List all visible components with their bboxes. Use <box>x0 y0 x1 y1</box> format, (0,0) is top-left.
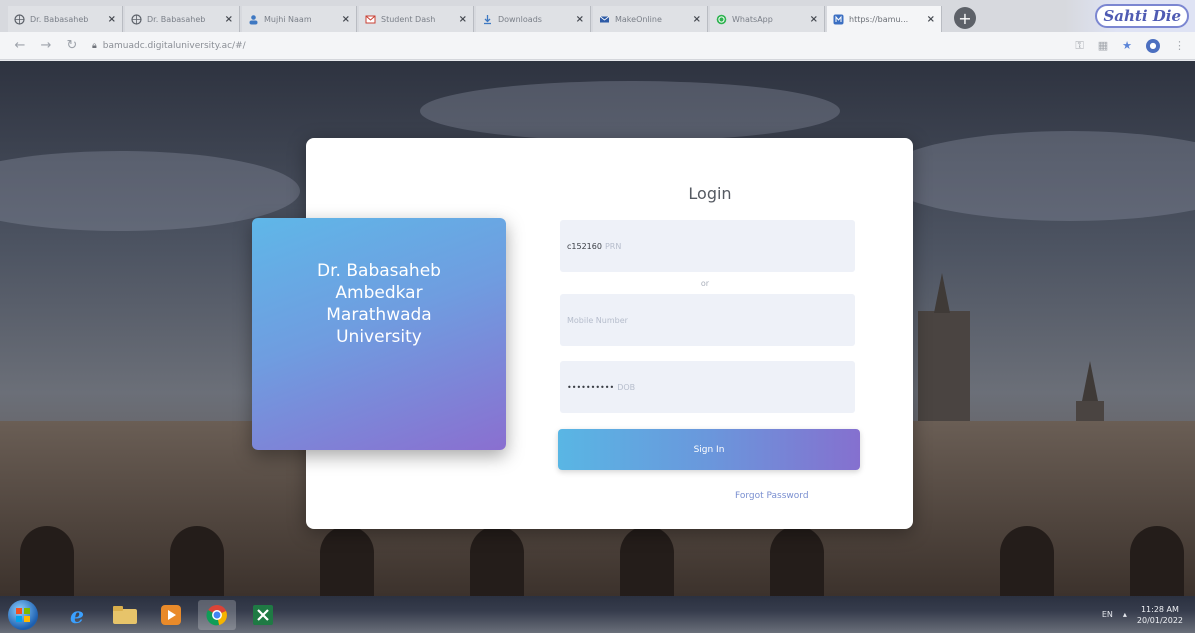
sky-cloud <box>420 81 840 141</box>
windows-taskbar: e EN ▴ 11:28 AM 20/01/2022 <box>0 596 1195 633</box>
back-arrow-icon[interactable]: ← <box>10 38 30 53</box>
password-input[interactable]: •••••••••• DOB <box>560 361 855 413</box>
window-arch <box>470 526 524 596</box>
whatsapp-icon <box>716 14 727 25</box>
university-name-line: University <box>336 327 422 347</box>
browser-tab[interactable]: Dr. Babasaheb × <box>125 6 240 32</box>
close-tab-icon[interactable]: × <box>576 14 584 25</box>
new-tab-button[interactable]: + <box>954 7 976 29</box>
window-arch <box>620 526 674 596</box>
window-arch <box>170 526 224 596</box>
media-player-icon[interactable] <box>152 600 190 630</box>
key-icon[interactable]: ⚿ <box>1075 39 1083 53</box>
prn-input-value: c152160 <box>567 241 602 251</box>
globe-icon <box>131 13 142 25</box>
browser-toolbar: ← → ↻ 🔒︎ bamuadc.digitaluniversity.ac/#/… <box>0 32 1195 60</box>
tab-title: Dr. Babasaheb <box>30 14 89 24</box>
tab-title: Downloads <box>498 14 542 24</box>
browser-tab[interactable]: MakeOnline × <box>593 6 708 32</box>
tab-title: Mujhi Naam <box>264 14 312 24</box>
window-arch <box>1000 526 1054 596</box>
close-tab-icon[interactable]: × <box>225 14 233 25</box>
file-explorer-icon[interactable] <box>106 600 144 630</box>
excel-icon[interactable] <box>244 600 282 630</box>
window-arch <box>1130 526 1184 596</box>
close-tab-icon[interactable]: × <box>459 14 467 25</box>
mail-icon <box>599 14 610 25</box>
mobile-number-placeholder: Mobile Number <box>567 315 628 325</box>
windows-start-button[interactable] <box>8 599 38 630</box>
tab-title: Dr. Babasaheb <box>147 14 206 24</box>
mobile-number-input[interactable]: Mobile Number <box>560 294 855 346</box>
clock-time: 11:28 AM <box>1140 604 1179 614</box>
svg-text:e: e <box>70 603 84 627</box>
bookmark-star-icon[interactable]: ★ <box>1122 39 1132 52</box>
browser-tab[interactable]: Downloads × <box>476 6 591 32</box>
reload-icon[interactable]: ↻ <box>62 38 82 53</box>
tab-title: https://bamu... <box>849 14 909 24</box>
corner-stamp-text: Sahti Die <box>1095 4 1189 28</box>
lock-icon: 🔒︎ <box>92 40 97 51</box>
login-title: Login <box>688 184 732 203</box>
windows-logo-icon <box>16 607 30 622</box>
profile-avatar-icon[interactable]: ● <box>1146 38 1160 53</box>
close-tab-icon[interactable]: × <box>810 14 818 25</box>
address-bar[interactable]: 🔒︎ bamuadc.digitaluniversity.ac/#/ <box>92 36 1065 56</box>
address-url: bamuadc.digitaluniversity.ac/#/ <box>102 40 246 51</box>
window-arch <box>20 526 74 596</box>
password-input-value: •••••••••• <box>567 382 615 392</box>
browser-tab[interactable]: Mujhi Naam × <box>242 6 357 32</box>
tab-title: WhatsApp <box>732 14 773 24</box>
internet-explorer-icon[interactable]: e <box>60 600 98 630</box>
person-icon <box>248 14 259 25</box>
close-tab-icon[interactable]: × <box>342 14 350 25</box>
university-name: Dr. Babasaheb Ambedkar Marathwada Univer… <box>279 260 479 348</box>
browser-tab-strip: Dr. Babasaheb × Dr. Babasaheb × Mujhi Na… <box>0 0 1195 32</box>
language-indicator[interactable]: EN <box>1102 610 1113 619</box>
or-divider: or <box>700 279 710 288</box>
close-tab-icon[interactable]: × <box>927 14 935 25</box>
password-input-placeholder: DOB <box>617 382 636 392</box>
university-name-line: Ambedkar <box>335 283 423 303</box>
globe-icon <box>14 13 25 25</box>
university-brand-panel: Dr. Babasaheb Ambedkar Marathwada Univer… <box>252 218 506 450</box>
forgot-password-link[interactable]: Forgot Password <box>735 491 809 501</box>
forward-arrow-icon[interactable]: → <box>36 38 56 53</box>
browser-tab[interactable]: WhatsApp × <box>710 6 825 32</box>
browser-tab[interactable]: Student Dash × <box>359 6 474 32</box>
window-arch <box>770 526 824 596</box>
close-tab-icon[interactable]: × <box>108 14 116 25</box>
menu-kebab-icon[interactable]: ⋮ <box>1174 39 1185 52</box>
prn-input-placeholder: PRN <box>604 241 622 251</box>
browser-tab[interactable]: Dr. Babasaheb × <box>8 6 123 32</box>
prn-input[interactable]: c152160 PRN <box>560 220 855 272</box>
extension-icon[interactable]: ▦ <box>1098 39 1108 52</box>
gmail-icon <box>365 14 376 25</box>
sign-in-button[interactable]: Sign In <box>558 429 860 470</box>
window-arch <box>320 526 374 596</box>
corner-stamp: Sahti Die <box>1065 0 1195 32</box>
sky-cloud <box>880 131 1195 221</box>
close-tab-icon[interactable]: × <box>693 14 701 25</box>
chapel-spire <box>934 273 950 313</box>
browser-tab-active[interactable]: https://bamu... × <box>827 6 942 32</box>
university-name-line: Marathwada <box>326 305 432 325</box>
system-clock[interactable]: 11:28 AM 20/01/2022 <box>1137 604 1183 626</box>
tray-arrow-icon[interactable]: ▴ <box>1123 610 1127 619</box>
clock-date: 20/01/2022 <box>1136 615 1183 625</box>
chrome-icon[interactable] <box>198 599 236 630</box>
chapel-spire <box>1082 361 1098 401</box>
site-icon <box>833 14 844 25</box>
download-icon <box>482 14 493 25</box>
tab-title: MakeOnline <box>615 14 662 24</box>
university-name-line: Dr. Babasaheb <box>317 261 441 281</box>
tab-title: Student Dash <box>381 14 436 24</box>
